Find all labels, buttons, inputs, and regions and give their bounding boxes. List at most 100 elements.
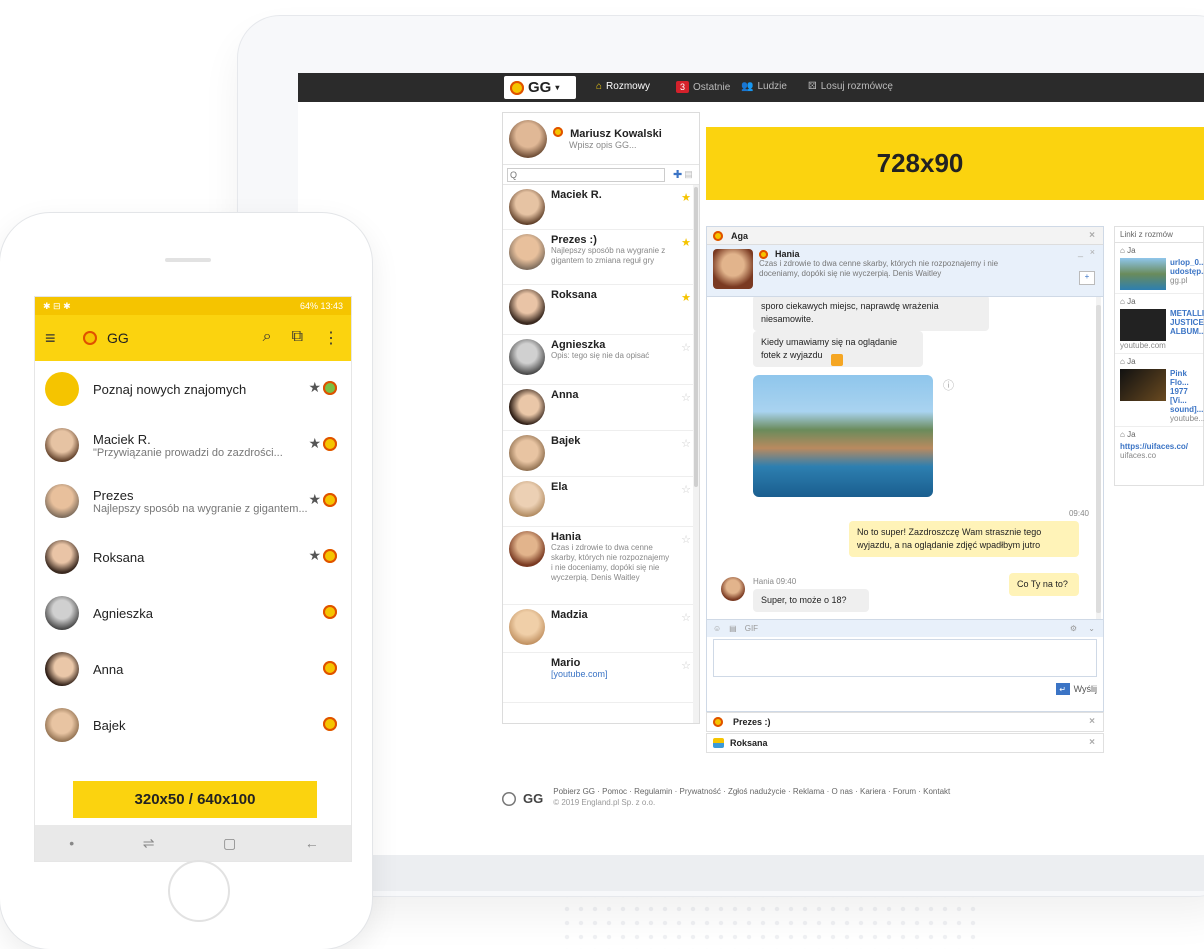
link-item[interactable]: ⌂ Ja METALLI... JUSTICE... ALBUM... yout… <box>1115 294 1204 354</box>
link-item[interactable]: ⌂ Ja Pink Flo... 1977 [Vi... sound]... yo… <box>1115 354 1204 427</box>
link-author-row: ⌂ Ja <box>1120 357 1198 366</box>
list-item[interactable]: Anna <box>35 641 351 697</box>
contacts-scrollbar[interactable] <box>693 185 699 723</box>
message-received: sporo ciekawych miejsc, naprawdę wrażeni… <box>753 297 989 331</box>
list-item[interactable]: Agnieszka <box>35 585 351 641</box>
search-icon[interactable]: ⌕ <box>263 328 272 348</box>
new-chat-icon[interactable]: ⧉ <box>292 328 303 348</box>
favorite-star-icon[interactable]: ★ <box>308 379 321 396</box>
favorite-star-icon[interactable]: ★ <box>308 491 321 508</box>
settings-gear-icon[interactable]: ⚙ <box>1070 624 1077 633</box>
footer-logo-text: GG <box>523 791 544 806</box>
minimized-chat[interactable]: Prezes :) × <box>706 712 1104 732</box>
close-icon[interactable]: × <box>1089 737 1095 748</box>
minimize-icon[interactable]: _ <box>1078 247 1083 257</box>
close-icon[interactable]: × <box>1089 230 1095 241</box>
favorite-star-icon[interactable]: ★ <box>308 547 321 564</box>
favorite-star-icon[interactable]: ☆ <box>681 391 691 404</box>
favorite-star-icon[interactable]: ☆ <box>681 533 691 546</box>
hamburger-menu-icon[interactable]: ≡ <box>45 328 73 349</box>
favorite-star-icon[interactable]: ★ <box>681 191 691 204</box>
status-bar: ✱ ⊟ ✱ 64% 13:43 <box>35 297 351 315</box>
gg-logo-menu[interactable]: GG ▾ <box>504 76 576 99</box>
phone-home-button[interactable] <box>168 860 230 922</box>
mobile-ad-banner[interactable]: 320x50 / 640x100 <box>73 781 317 818</box>
app-bar-actions: ⌕ ⧉ ⋮ <box>263 328 339 348</box>
favorite-star-icon[interactable]: ★ <box>308 435 321 452</box>
my-profile[interactable]: Mariusz Kowalski Wpisz opis GG... <box>503 113 699 165</box>
close-icon[interactable]: × <box>1090 247 1095 257</box>
recent-apps-icon[interactable]: ⇌ <box>143 835 155 852</box>
list-item[interactable]: Roksana ★ <box>35 529 351 585</box>
status-sun-icon <box>323 437 337 451</box>
contact-item[interactable]: Agnieszka Opis: tego się nie da opisać ☆ <box>503 335 699 385</box>
contact-item[interactable]: Maciek R. ★ <box>503 185 699 230</box>
contact-item[interactable]: Prezes :) Najlepszy sposób na wygranie z … <box>503 230 699 285</box>
favorite-star-icon[interactable]: ☆ <box>681 659 691 672</box>
contact-item[interactable]: Anna ☆ <box>503 385 699 431</box>
gif-button[interactable]: GIF <box>745 624 758 633</box>
status-sun-icon <box>323 661 337 675</box>
link-item[interactable]: ⌂ Ja urlop_0... udostęp...gg.pl <box>1115 243 1204 294</box>
more-vert-icon[interactable]: ⋮ <box>323 328 339 348</box>
favorite-star-icon[interactable]: ☆ <box>681 341 691 354</box>
phone-speaker <box>165 258 211 262</box>
favorite-star-icon[interactable]: ☆ <box>681 437 691 450</box>
footer-links[interactable]: Pobierz GG · Pomoc · Regulamin · Prywatn… <box>553 787 950 796</box>
profile-description[interactable]: Wpisz opis GG... <box>569 140 662 150</box>
chat-tab-header[interactable]: Aga × <box>707 227 1103 245</box>
messages-scrollbar[interactable] <box>1096 297 1101 619</box>
list-item[interactable]: Bajek <box>35 697 351 753</box>
list-item[interactable]: Prezes Najlepszy sposób na wygranie z gig… <box>35 473 351 529</box>
favorite-star-icon[interactable]: ★ <box>681 236 691 249</box>
nav-ostatnie[interactable]: 3 Ostatnie <box>676 81 730 93</box>
back-arrow-icon[interactable]: ← <box>305 835 319 851</box>
scroll-thumb[interactable] <box>694 187 698 487</box>
chevron-down-icon: ▾ <box>555 83 560 92</box>
avatar <box>45 428 79 462</box>
status-sun-icon <box>713 230 723 241</box>
favorite-star-icon[interactable]: ☆ <box>681 611 691 624</box>
list-item[interactable]: Poznaj nowych znajomych ★ <box>35 361 351 417</box>
minimized-chat[interactable]: Roksana × <box>706 733 1104 753</box>
add-person-icon[interactable]: + <box>1079 271 1095 285</box>
contact-item[interactable]: Madzia ☆ <box>503 605 699 653</box>
contact-item[interactable]: Mario [youtube.com] ☆ <box>503 653 699 703</box>
home-square-icon[interactable]: ▢ <box>223 835 236 852</box>
expand-icon[interactable]: ⌄ <box>1088 624 1095 633</box>
contact-item[interactable]: Ela ☆ <box>503 477 699 527</box>
close-icon[interactable]: × <box>1089 716 1095 727</box>
contact-item[interactable]: Roksana ★ <box>503 285 699 335</box>
nav-rozmowy[interactable]: ⌂ Rozmowy <box>596 81 650 92</box>
emoji-picker-icon[interactable]: ☺ <box>713 624 721 633</box>
avatar <box>45 708 79 742</box>
favorite-star-icon[interactable]: ★ <box>681 291 691 304</box>
add-contact-icon[interactable]: ✚ <box>673 168 682 181</box>
info-icon[interactable]: ⓘ <box>943 377 954 393</box>
contact-name: Prezes :) <box>551 234 597 246</box>
view-toggle-icon[interactable]: ▤ <box>684 169 693 180</box>
enter-send-toggle-icon[interactable]: ↵ <box>1055 683 1070 695</box>
ad-banner-728x90[interactable]: 728x90 <box>706 127 1204 200</box>
contact-item[interactable]: Hania Czas i zdrowie to dwa cenne skarby,… <box>503 527 699 605</box>
status-sun-icon <box>323 605 337 619</box>
attach-file-icon[interactable]: ▤ <box>729 624 737 633</box>
contact-link[interactable]: [youtube.com] <box>551 669 608 679</box>
scroll-thumb[interactable] <box>1096 305 1101 613</box>
contact-description: Opis: tego się nie da opisać <box>551 351 650 360</box>
footer-logo[interactable]: GG <box>502 791 543 806</box>
links-panel-title: Linki z rozmów <box>1115 227 1203 243</box>
nav-ludzie[interactable]: 👥 Ludzie <box>741 81 787 92</box>
send-button[interactable]: Wyślij <box>1074 684 1097 694</box>
list-item[interactable]: Maciek R. "Przywiązanie prowadzi do zazdr… <box>35 417 351 473</box>
nav-losuj[interactable]: ⚄ Losuj rozmówcę <box>808 81 893 92</box>
link-item[interactable]: ⌂ Ja https://uifaces.co/ uifaces.co <box>1115 427 1203 463</box>
favorite-star-icon[interactable]: ☆ <box>681 483 691 496</box>
contact-item[interactable]: Bajek ☆ <box>503 431 699 477</box>
contact-search-input[interactable] <box>507 167 665 182</box>
dot-icon[interactable]: • <box>69 835 74 851</box>
message-input[interactable] <box>713 639 1097 677</box>
shared-photo[interactable] <box>753 375 933 497</box>
link-author-row: ⌂ Ja <box>1120 297 1198 306</box>
avatar <box>45 484 79 518</box>
